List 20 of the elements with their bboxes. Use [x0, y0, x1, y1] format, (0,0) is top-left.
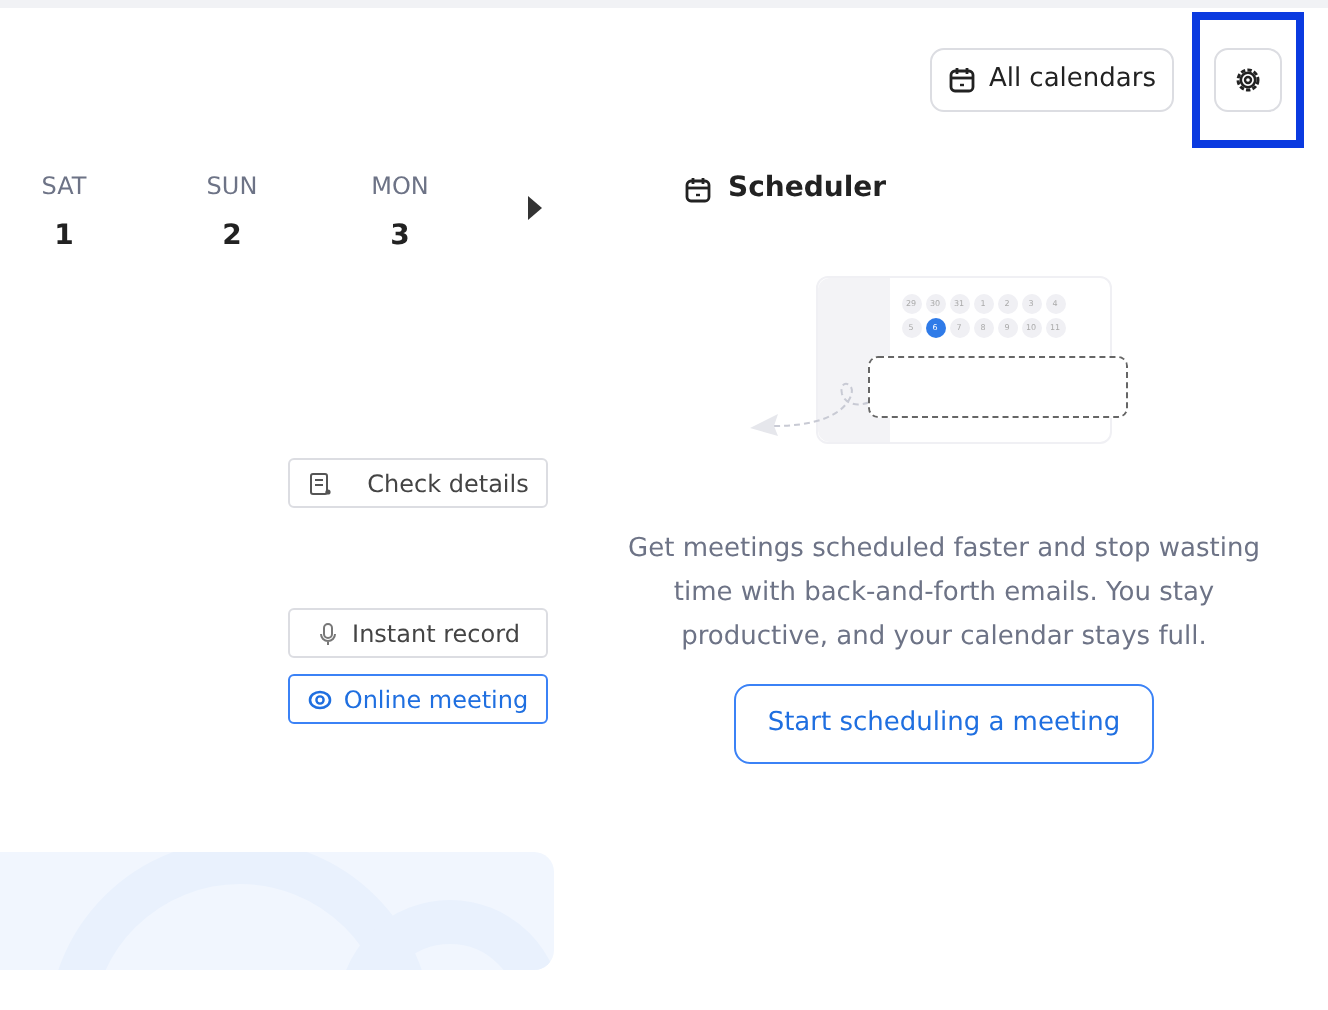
next-arrow-icon[interactable] — [528, 195, 542, 219]
action-button[interactable]: Online meeting — [288, 674, 548, 724]
settings-icon — [1234, 66, 1262, 94]
calendar-icon — [684, 175, 712, 203]
document-icon — [307, 471, 332, 495]
weekday-label: MON — [369, 170, 431, 204]
calendar-icon — [948, 66, 977, 94]
start-scheduling-button[interactable]: Start scheduling a meeting — [733, 684, 1155, 764]
weekday-label: SUN — [204, 170, 260, 204]
settings-button[interactable] — [1214, 48, 1282, 112]
weekday-label: SAT — [39, 170, 89, 204]
action-button[interactable]: Check details — [288, 458, 548, 508]
date-number: 2 — [220, 218, 244, 256]
scheduler-description: Get meetings scheduled faster and stop wasting time with back-and-forth emails. You stay productive, and your calendar stays full. — [626, 532, 1262, 656]
scheduler-title: Scheduler — [728, 170, 887, 208]
date-number: 3 — [388, 218, 412, 256]
microphone-icon — [316, 621, 341, 645]
calendar-filter-button[interactable]: All calendars — [930, 48, 1174, 112]
action-button[interactable]: Instant record — [288, 608, 548, 658]
date-number: 1 — [52, 218, 76, 256]
